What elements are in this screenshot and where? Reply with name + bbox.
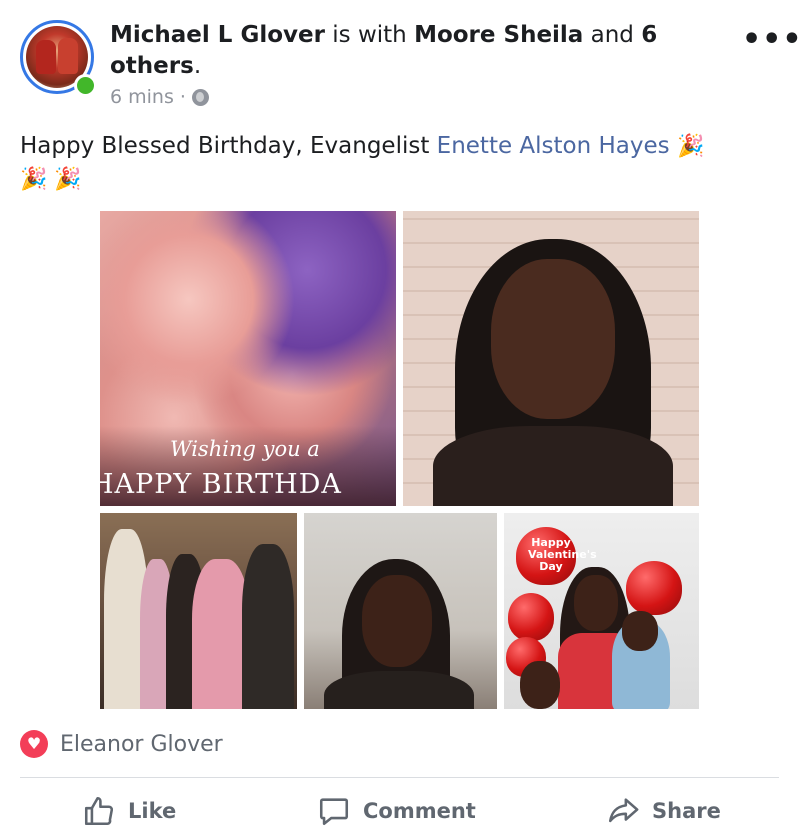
author-name[interactable]: Michael L Glover bbox=[110, 22, 325, 48]
photo-child-face bbox=[622, 611, 658, 651]
author-avatar[interactable] bbox=[20, 20, 97, 97]
share-arrow-icon bbox=[606, 794, 640, 828]
action-bar: Like Comment Share bbox=[0, 786, 799, 836]
like-button[interactable]: Like bbox=[82, 794, 176, 828]
party-popper-icons: 🎉 🎉 bbox=[20, 167, 82, 192]
post-timestamp[interactable]: 6 mins bbox=[110, 86, 174, 108]
comment-button[interactable]: Comment bbox=[317, 794, 476, 828]
portrait-face bbox=[491, 259, 615, 419]
post-header: Michael L Glover is with Moore Sheila an… bbox=[110, 20, 710, 82]
comment-icon bbox=[317, 794, 351, 828]
balloon bbox=[626, 561, 682, 615]
share-label: Share bbox=[652, 799, 721, 823]
card-text-wishing: Wishing you a bbox=[170, 437, 320, 461]
like-label: Like bbox=[128, 799, 177, 823]
closeup-face bbox=[362, 575, 432, 667]
with-label: is with bbox=[324, 22, 415, 48]
reactions-summary[interactable]: ♥ Eleanor Glover bbox=[20, 730, 223, 758]
photo-group[interactable] bbox=[100, 513, 297, 709]
party-popper-icon: 🎉 bbox=[676, 134, 705, 159]
divider bbox=[20, 777, 779, 778]
message-text: Happy Blessed Birthday, Evangelist bbox=[20, 133, 437, 159]
and-label: and bbox=[583, 22, 642, 48]
photo-portrait[interactable] bbox=[403, 211, 699, 506]
post-message: Happy Blessed Birthday, Evangelist Enett… bbox=[20, 130, 780, 196]
comment-label: Comment bbox=[363, 799, 476, 823]
tagged-person[interactable]: Moore Sheila bbox=[414, 22, 583, 48]
globe-icon bbox=[191, 88, 209, 106]
balloon bbox=[508, 593, 554, 641]
photo-kid-face bbox=[520, 661, 560, 709]
heart-icon: ♥ bbox=[20, 730, 48, 758]
card-text-happy-birthday: HAPPY BIRTHDA bbox=[100, 469, 342, 500]
portrait-body bbox=[433, 426, 673, 506]
post-meta: 6 mins · bbox=[110, 86, 209, 108]
photo-woman-face bbox=[574, 575, 618, 631]
photo-closeup[interactable] bbox=[304, 513, 497, 709]
mention-link[interactable]: Enette Alston Hayes bbox=[437, 133, 670, 159]
closeup-body bbox=[324, 671, 474, 709]
reactor-name: Eleanor Glover bbox=[60, 731, 223, 757]
more-options-icon[interactable]: ••• bbox=[742, 25, 799, 55]
meta-separator: · bbox=[179, 86, 186, 108]
group-figure bbox=[242, 544, 294, 709]
online-status-dot bbox=[74, 74, 97, 97]
photo-valentine-balloons[interactable]: Happy Valentine's Day bbox=[504, 513, 699, 709]
thumbs-up-icon bbox=[82, 794, 116, 828]
post-card: Michael L Glover is with Moore Sheila an… bbox=[0, 0, 799, 839]
balloon-sign-text: Happy Valentine's Day bbox=[528, 536, 597, 573]
header-period: . bbox=[193, 53, 202, 79]
share-button[interactable]: Share bbox=[606, 794, 721, 828]
photo-birthday-roses[interactable]: Wishing you a HAPPY BIRTHDA bbox=[100, 211, 396, 506]
